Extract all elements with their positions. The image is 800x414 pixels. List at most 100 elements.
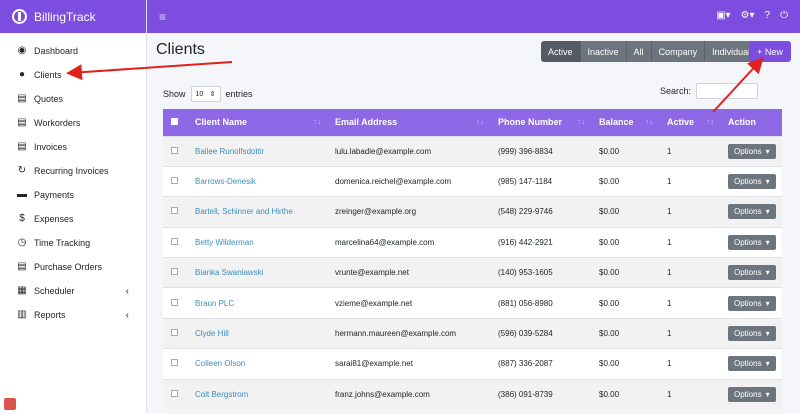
entries-label: entries [225, 89, 253, 99]
sort-updown-icon: ⇕ [209, 91, 216, 98]
options-button[interactable]: Options ▾ [728, 387, 776, 403]
filter-company-button[interactable]: Company [651, 41, 706, 62]
options-label: Options [734, 146, 762, 156]
sort-icon: ↑↓ [706, 117, 714, 126]
client-name-link[interactable]: Betty Wilderman [187, 227, 327, 257]
row-checkbox[interactable] [171, 207, 178, 215]
entries-select-value: 10 [195, 90, 204, 98]
sidebar-item-label: Expenses [34, 214, 74, 224]
client-active: 1 [667, 146, 672, 156]
sidebar-item-dashboard[interactable]: ◉ Dashboard [0, 39, 146, 63]
row-select-cell[interactable] [163, 379, 187, 409]
client-name-link[interactable]: Bianka Swaniawski [187, 258, 327, 288]
row-checkbox[interactable] [171, 177, 178, 185]
caret-down-icon: ▾ [765, 207, 770, 217]
new-client-button[interactable]: + New [749, 41, 791, 62]
sidebar-item-quotes[interactable]: ▤ Quotes [0, 87, 146, 111]
caret-down-icon: ▾ [765, 237, 770, 247]
column-header-phone[interactable]: Phone Number ↑↓ [490, 109, 591, 136]
dollar-icon: $ [19, 213, 25, 224]
options-label: Options [734, 268, 762, 278]
sidebar-item-workorders[interactable]: ▤ Workorders [0, 111, 146, 135]
sidebar-item-expenses[interactable]: $ Expenses [0, 207, 146, 231]
client-name-link[interactable]: Braun PLC [187, 288, 327, 318]
help-icon[interactable]: ? [765, 10, 771, 21]
entries-select[interactable]: 10 ⇕ [190, 86, 221, 102]
power-icon[interactable]: ⏻ [780, 10, 788, 21]
page-title: Clients [156, 41, 205, 58]
row-checkbox[interactable] [171, 390, 178, 398]
sidebar-item-time-tracking[interactable]: ◷ Time Tracking [0, 231, 146, 255]
options-button[interactable]: Options ▾ [728, 295, 776, 311]
sidebar-item-payments[interactable]: ▬ Payments [0, 183, 146, 207]
row-select-cell[interactable] [163, 166, 187, 196]
client-name-link[interactable]: Bartell, Schinner and Hirthe [187, 197, 327, 227]
sidebar-item-reports[interactable]: ▥ Reports ‹ [0, 303, 146, 327]
briefcase-icon[interactable]: ▣▾ [716, 10, 730, 21]
filter-all-button[interactable]: All [626, 41, 652, 62]
options-button[interactable]: Options ▾ [728, 326, 776, 342]
select-all-checkbox[interactable] [171, 118, 178, 126]
search-input[interactable] [696, 83, 759, 99]
column-header-balance[interactable]: Balance ↑↓ [591, 109, 659, 136]
row-select-cell[interactable] [163, 197, 187, 227]
brand[interactable]: BillingTrack [0, 0, 146, 33]
options-button[interactable]: Options ▾ [728, 174, 776, 190]
row-checkbox[interactable] [171, 329, 178, 337]
row-select-cell[interactable] [163, 258, 187, 288]
gear-icon[interactable]: ⚙▾ [741, 10, 755, 21]
chevron-left-icon: ‹ [125, 309, 129, 321]
row-checkbox[interactable] [171, 146, 178, 154]
row-checkbox[interactable] [171, 268, 178, 276]
calendar-icon: ▦ [17, 285, 27, 296]
options-button[interactable]: Options ▾ [728, 356, 776, 372]
options-label: Options [734, 207, 762, 217]
column-header-client-name[interactable]: Client Name ↑↓ [187, 109, 327, 136]
table-header-row: Client Name ↑↓ Email Address ↑↓ Phone Numb… [163, 109, 782, 136]
sidebar-item-clients[interactable]: ● Clients [0, 63, 146, 87]
sidebar-item-scheduler[interactable]: ▦ Scheduler ‹ [0, 279, 146, 303]
column-header-active[interactable]: Active ↑↓ [659, 109, 720, 136]
select-all-header[interactable] [163, 109, 187, 136]
client-name-link[interactable]: Barrows-Denesik [187, 166, 327, 196]
client-name-link[interactable]: Colt Bergstrom [187, 379, 327, 409]
brand-name: BillingTrack [34, 9, 96, 24]
row-checkbox[interactable] [171, 298, 178, 306]
options-button[interactable]: Options ▾ [728, 234, 776, 250]
sidebar-item-purchase-orders[interactable]: ▤ Purchase Orders [0, 255, 146, 279]
sort-icon: ↑↓ [313, 117, 321, 126]
options-label: Options [734, 390, 762, 400]
row-select-cell[interactable] [163, 318, 187, 348]
client-active: 1 [667, 237, 672, 247]
action-cell: Options ▾ [720, 349, 782, 379]
options-button[interactable]: Options ▾ [728, 204, 776, 220]
row-select-cell[interactable] [163, 288, 187, 318]
row-select-cell[interactable] [163, 227, 187, 257]
client-phone: (881) 056-8980 [498, 298, 553, 308]
options-button[interactable]: Options ▾ [728, 265, 776, 281]
column-header-email[interactable]: Email Address ↑↓ [327, 109, 490, 136]
row-select-cell[interactable] [163, 136, 187, 166]
hamburger-icon[interactable]: ≡ [159, 10, 166, 24]
filter-active-button[interactable]: Active [541, 41, 581, 62]
filter-inactive-button[interactable]: Inactive [580, 41, 627, 62]
client-name-link[interactable]: Clyde Hill [187, 318, 327, 348]
action-cell: Options ▾ [720, 136, 782, 166]
client-balance: $0.00 [599, 359, 620, 369]
client-balance: $0.00 [599, 207, 620, 217]
client-name-link[interactable]: Bailee Runolfsdottir [187, 136, 327, 166]
status-filter-group: Active Inactive All Company Individual [541, 41, 759, 62]
table-row: Bartell, Schinner and Hirthe zreinger@exa… [163, 196, 782, 228]
client-active: 1 [667, 298, 672, 308]
client-email: domenica.reichel@example.com [335, 177, 452, 187]
action-cell: Options ▾ [720, 166, 782, 196]
sidebar-item-recurring-invoices[interactable]: ↻ Recurring Invoices [0, 159, 146, 183]
sidebar-item-invoices[interactable]: ▤ Invoices [0, 135, 146, 159]
options-button[interactable]: Options ▾ [728, 143, 776, 159]
client-phone: (887) 336-2087 [498, 359, 553, 369]
row-checkbox[interactable] [171, 237, 178, 245]
action-cell: Options ▾ [720, 258, 782, 288]
client-name-link[interactable]: Colleen Olson [187, 349, 327, 379]
row-checkbox[interactable] [171, 359, 178, 367]
row-select-cell[interactable] [163, 349, 187, 379]
